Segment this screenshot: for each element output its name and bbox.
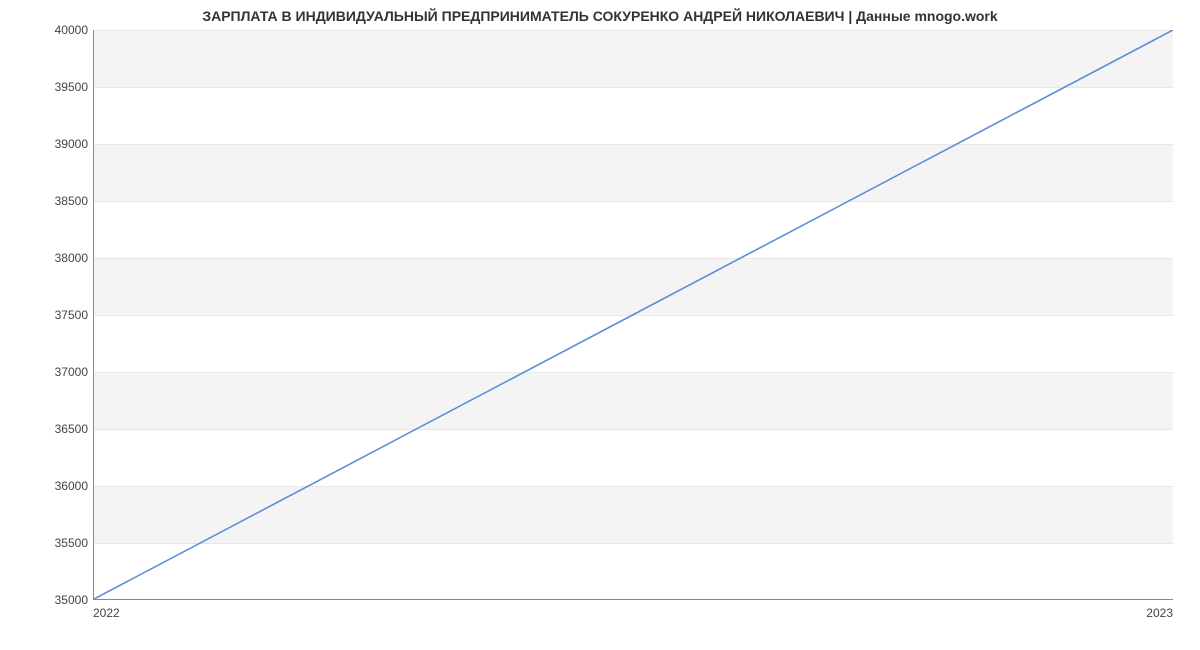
y-tick-label: 35000 [0,593,88,607]
y-tick-label: 37500 [0,308,88,322]
y-tick-label: 39000 [0,137,88,151]
data-line [94,30,1173,599]
plot-area [93,30,1173,600]
chart-container: ЗАРПЛАТА В ИНДИВИДУАЛЬНЫЙ ПРЕДПРИНИМАТЕЛ… [0,0,1200,650]
chart-title: ЗАРПЛАТА В ИНДИВИДУАЛЬНЫЙ ПРЕДПРИНИМАТЕЛ… [0,8,1200,24]
y-tick-label: 37000 [0,365,88,379]
y-tick-label: 39500 [0,80,88,94]
y-tick-label: 35500 [0,536,88,550]
y-tick-label: 38000 [0,251,88,265]
y-tick-label: 36000 [0,479,88,493]
y-tick-label: 40000 [0,23,88,37]
x-tick-end: 2023 [1146,606,1173,620]
y-tick-label: 38500 [0,194,88,208]
x-tick-start: 2022 [93,606,120,620]
y-tick-label: 36500 [0,422,88,436]
